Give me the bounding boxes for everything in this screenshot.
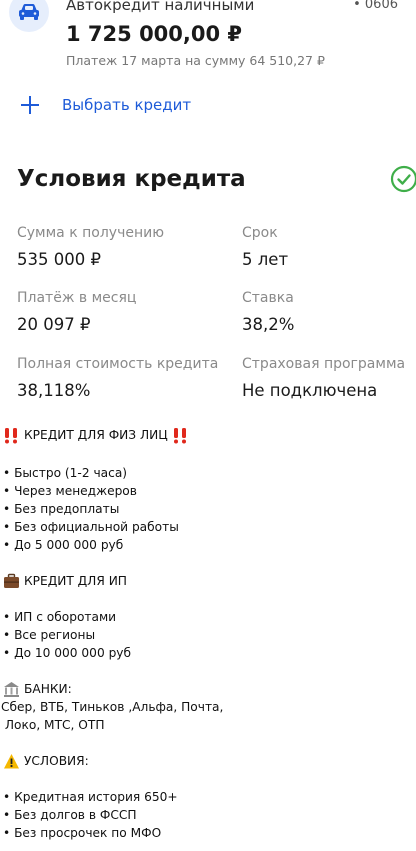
list-item: • Без долгов в ФССП: [3, 808, 137, 822]
list-item: • До 5 000 000 руб: [3, 538, 124, 552]
car-icon: [9, 0, 49, 32]
cond-value-amount: 535 000 ₽: [17, 250, 101, 269]
loan-amount: 1 725 000,00 ₽: [66, 22, 243, 46]
list-item: • Кредитная история 650+: [3, 790, 178, 804]
check-circle-icon: [390, 165, 416, 193]
banks-line: Локо, МТС, ОТП: [1, 718, 105, 732]
loan-card[interactable]: Автокредит наличными • 0606 1 725 000,00…: [0, 0, 416, 80]
cond-value-full-cost: 38,118%: [17, 381, 91, 400]
list-item: • Все регионы: [3, 628, 96, 642]
warning-icon: [4, 753, 19, 768]
heading-ip: КРЕДИТ ДЛЯ ИП: [3, 572, 127, 590]
list-item: • ИП с оборотами: [3, 610, 117, 624]
double-exclamation-icon: [173, 427, 186, 443]
cond-label-full-cost: Полная стоимость кредита: [17, 356, 219, 372]
loan-title: Автокредит наличными: [66, 0, 255, 14]
double-exclamation-icon: [5, 427, 17, 443]
list-item: • До 10 000 000 руб: [3, 646, 132, 660]
heading-banks: БАНКИ:: [3, 680, 72, 698]
cond-label-term: Срок: [242, 225, 278, 241]
banks-line: Сбер, ВТБ, Тиньков ,Альфа, Почта,: [1, 700, 224, 714]
list-item: • Без просрочек по МФО: [3, 826, 162, 840]
list-item: • Быстро (1-2 часа): [3, 466, 128, 480]
cond-value-rate: 38,2%: [242, 315, 295, 334]
cond-label-monthly: Платёж в месяц: [17, 290, 137, 306]
cond-value-monthly: 20 097 ₽: [17, 315, 91, 334]
cond-label-insurance: Страховая программа: [242, 356, 406, 372]
heading-physical: КРЕДИТ ДЛЯ ФИЗ ЛИЦ: [3, 426, 189, 444]
conditions-title: Условия кредита: [17, 166, 246, 192]
list-item: • Без предоплаты: [3, 502, 120, 516]
heading-physical-text: КРЕДИТ ДЛЯ ФИЗ ЛИЦ: [24, 428, 168, 442]
cond-value-term: 5 лет: [242, 250, 289, 269]
list-item: • Через менеджеров: [3, 484, 137, 498]
heading-conditions: УСЛОВИЯ:: [3, 752, 89, 770]
choose-credit-label: Выбрать кредит: [62, 96, 192, 114]
heading-conditions-text: УСЛОВИЯ:: [24, 754, 89, 768]
account-number: • 0606: [353, 0, 398, 12]
choose-credit-button[interactable]: Выбрать кредит: [0, 88, 416, 122]
briefcase-icon: [4, 573, 19, 588]
cond-label-amount: Сумма к получению: [17, 225, 164, 241]
plus-icon: [21, 96, 39, 114]
cond-value-insurance: Не подключена: [242, 381, 378, 400]
bank-icon: [4, 681, 19, 697]
heading-ip-text: КРЕДИТ ДЛЯ ИП: [24, 574, 127, 588]
list-item: • Без официальной работы: [3, 520, 179, 534]
cond-label-rate: Ставка: [242, 290, 294, 306]
payment-note: Платеж 17 марта на сумму 64 510,27 ₽: [66, 53, 325, 68]
heading-banks-text: БАНКИ:: [24, 682, 72, 696]
